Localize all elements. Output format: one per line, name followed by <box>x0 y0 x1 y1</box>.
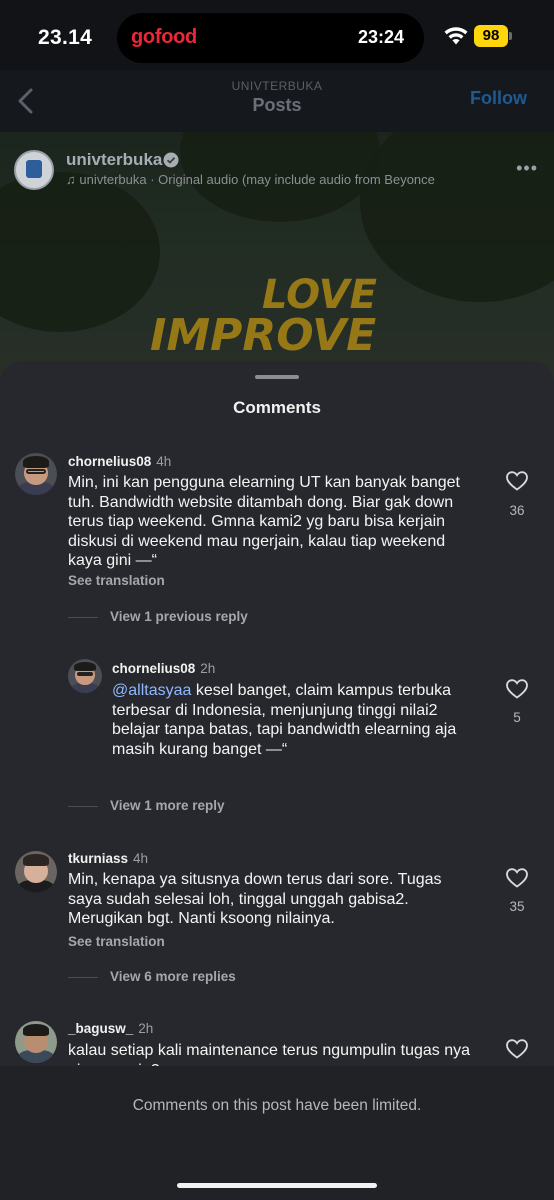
heart-icon[interactable] <box>506 471 528 491</box>
audio-text: univterbuka · Original audio (may includ… <box>79 172 435 187</box>
sheet-drag-handle[interactable] <box>255 375 299 379</box>
username-text: _bagusw_ <box>68 1021 134 1036</box>
post-dim-overlay <box>0 132 554 392</box>
like-count: 36 <box>509 503 525 518</box>
comment-time: 2h <box>138 1021 154 1036</box>
post-audio-label[interactable]: ♫ univterbuka · Original audio (may incl… <box>66 172 435 187</box>
comment-username[interactable]: tkurniass 4h <box>68 851 148 866</box>
reply-divider <box>68 806 98 807</box>
avatar[interactable] <box>15 851 57 893</box>
view-replies-link[interactable]: View 1 more reply <box>110 798 225 813</box>
comment-username[interactable]: chornelius08 2h <box>112 661 215 676</box>
dynamic-island[interactable]: gofood 23:24 <box>117 13 424 63</box>
heart-icon[interactable] <box>506 1039 528 1059</box>
comment-text: @alltasyaa kesel banget, claim kampus te… <box>112 681 482 759</box>
music-note-icon: ♫ <box>66 172 80 187</box>
island-app-brand: gofood <box>131 26 197 48</box>
battery-icon: 98 <box>474 25 512 47</box>
see-translation-link[interactable]: See translation <box>68 934 165 949</box>
follow-button[interactable]: Follow <box>470 88 527 109</box>
post-author-username[interactable]: univterbuka <box>66 150 162 170</box>
post-author-avatar[interactable] <box>14 150 54 190</box>
posts-header: UNIVTERBUKA Posts Follow <box>0 70 554 132</box>
comments-footer: Comments on this post have been limited. <box>0 1066 554 1200</box>
comment-time: 4h <box>133 851 149 866</box>
status-bar: 23.14 gofood 23:24 98 <box>0 0 554 70</box>
avatar-hair <box>22 1024 50 1037</box>
see-translation-link[interactable]: See translation <box>68 573 165 588</box>
avatar[interactable] <box>15 1021 57 1063</box>
verified-badge-icon <box>163 152 179 168</box>
sheet-title: Comments <box>233 398 321 417</box>
comment-time: 2h <box>200 661 216 676</box>
username-text: tkurniass <box>68 851 129 866</box>
avatar-hair <box>22 456 50 469</box>
status-time: 23.14 <box>38 26 93 49</box>
username-text: chornelius08 <box>112 661 196 676</box>
island-time: 23:24 <box>357 27 404 47</box>
view-replies-link[interactable]: View 6 more replies <box>110 969 236 984</box>
comments-limited-note: Comments on this post have been limited. <box>132 1097 422 1114</box>
comment-username[interactable]: chornelius08 4h <box>68 454 171 469</box>
like-count: 35 <box>509 899 525 914</box>
home-indicator[interactable] <box>177 1183 377 1188</box>
battery-percentage: 98 <box>482 27 500 44</box>
mention-link[interactable]: @alltasyaa <box>112 682 191 699</box>
reply-divider <box>68 977 98 978</box>
avatar[interactable] <box>15 453 57 495</box>
battery-nub <box>509 32 512 40</box>
comment-text: Min, ini kan pengguna elearning UT kan b… <box>68 474 460 569</box>
avatar-glasses <box>76 671 94 676</box>
like-count: 5 <box>513 710 521 725</box>
comment-text: Min, kenapa ya situsnya down terus dari … <box>68 871 442 927</box>
post-media[interactable]: LOVE IMPROVE univterbuka ♫ univterbuka ·… <box>0 132 554 392</box>
avatar-hair <box>22 854 50 867</box>
avatar-glasses <box>25 468 47 474</box>
heart-icon[interactable] <box>506 868 528 888</box>
comment-time: 4h <box>156 454 172 469</box>
view-replies-link[interactable]: View 1 previous reply <box>110 609 248 624</box>
username-text: chornelius08 <box>68 454 152 469</box>
avatar[interactable] <box>68 659 102 693</box>
comment-username[interactable]: _bagusw_ 2h <box>68 1021 153 1036</box>
heart-icon[interactable] <box>506 679 528 699</box>
reply-divider <box>68 617 98 618</box>
avatar-hair <box>74 661 96 672</box>
more-horizontal-icon[interactable]: ••• <box>516 158 538 179</box>
wifi-icon <box>444 27 468 45</box>
